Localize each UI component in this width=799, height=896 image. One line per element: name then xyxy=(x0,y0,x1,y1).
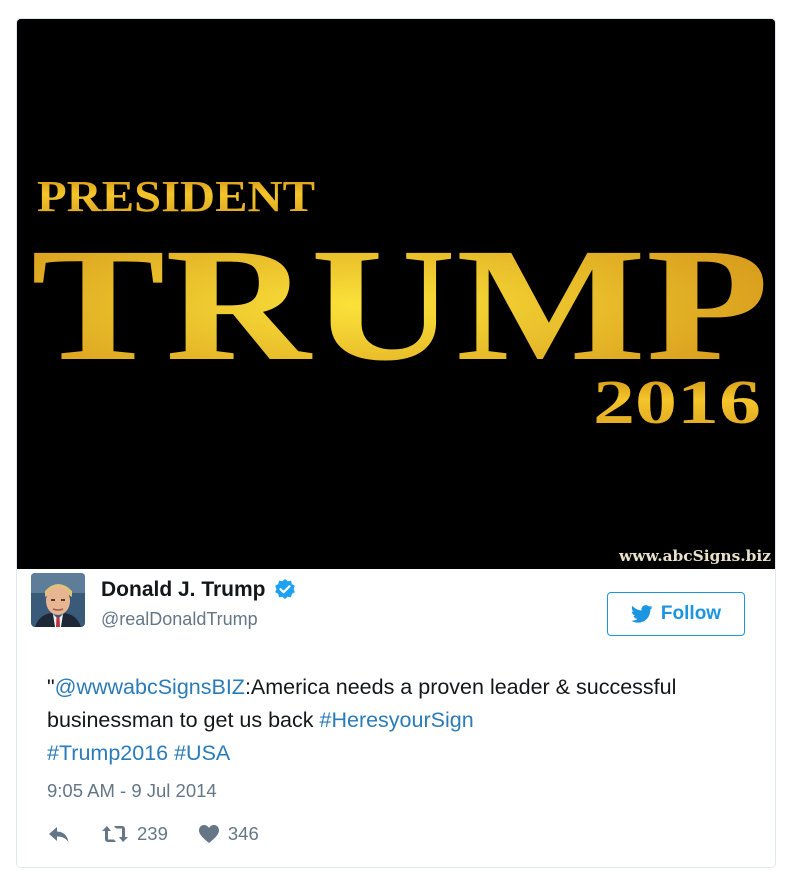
hashtag-link-heresyoursign[interactable]: #HeresyourSign xyxy=(320,708,474,732)
campaign-sign-graphic: PRESIDENT TRUMP 2016 www.abcSigns.biz xyxy=(17,19,775,569)
quote-mark: " xyxy=(47,675,55,699)
author-handle[interactable]: @realDonaldTrump xyxy=(101,609,258,630)
heart-icon xyxy=(198,825,219,843)
tweet-text: "@wwwabcSignsBIZ:America needs a proven … xyxy=(47,671,747,770)
follow-button[interactable]: Follow xyxy=(607,592,745,636)
reply-button[interactable] xyxy=(47,824,71,844)
twitter-bird-icon xyxy=(630,605,653,623)
hashtag-link-usa[interactable]: #USA xyxy=(174,741,230,765)
tweet-image[interactable]: PRESIDENT TRUMP 2016 www.abcSigns.biz xyxy=(17,19,775,569)
sign-line-year: 2016 xyxy=(593,369,761,437)
tweet-timestamp[interactable]: 9:05 AM - 9 Jul 2014 xyxy=(47,780,217,802)
image-watermark: www.abcSigns.biz xyxy=(618,547,772,565)
retweet-icon xyxy=(102,826,128,842)
hashtag-link-trump2016[interactable]: #Trump2016 xyxy=(47,741,168,765)
retweet-count: 239 xyxy=(137,823,168,844)
profile-photo-icon xyxy=(31,573,85,627)
like-button[interactable]: 346 xyxy=(198,823,259,845)
author-name-row: Donald J. Trump xyxy=(101,578,297,602)
like-count: 346 xyxy=(227,823,259,844)
follow-button-label: Follow xyxy=(660,603,722,624)
tweet-actions: 239 346 xyxy=(47,819,259,849)
sign-line-president: PRESIDENT xyxy=(37,172,315,221)
tweet-card: PRESIDENT TRUMP 2016 www.abcSigns.biz Do… xyxy=(16,18,776,868)
reply-icon xyxy=(49,827,69,842)
verified-badge-icon xyxy=(274,579,295,599)
mention-link[interactable]: @wwwabcSignsBIZ xyxy=(55,675,245,699)
display-name[interactable]: Donald J. Trump xyxy=(101,578,266,602)
retweet-button[interactable]: 239 xyxy=(101,823,168,845)
avatar[interactable] xyxy=(31,573,85,627)
